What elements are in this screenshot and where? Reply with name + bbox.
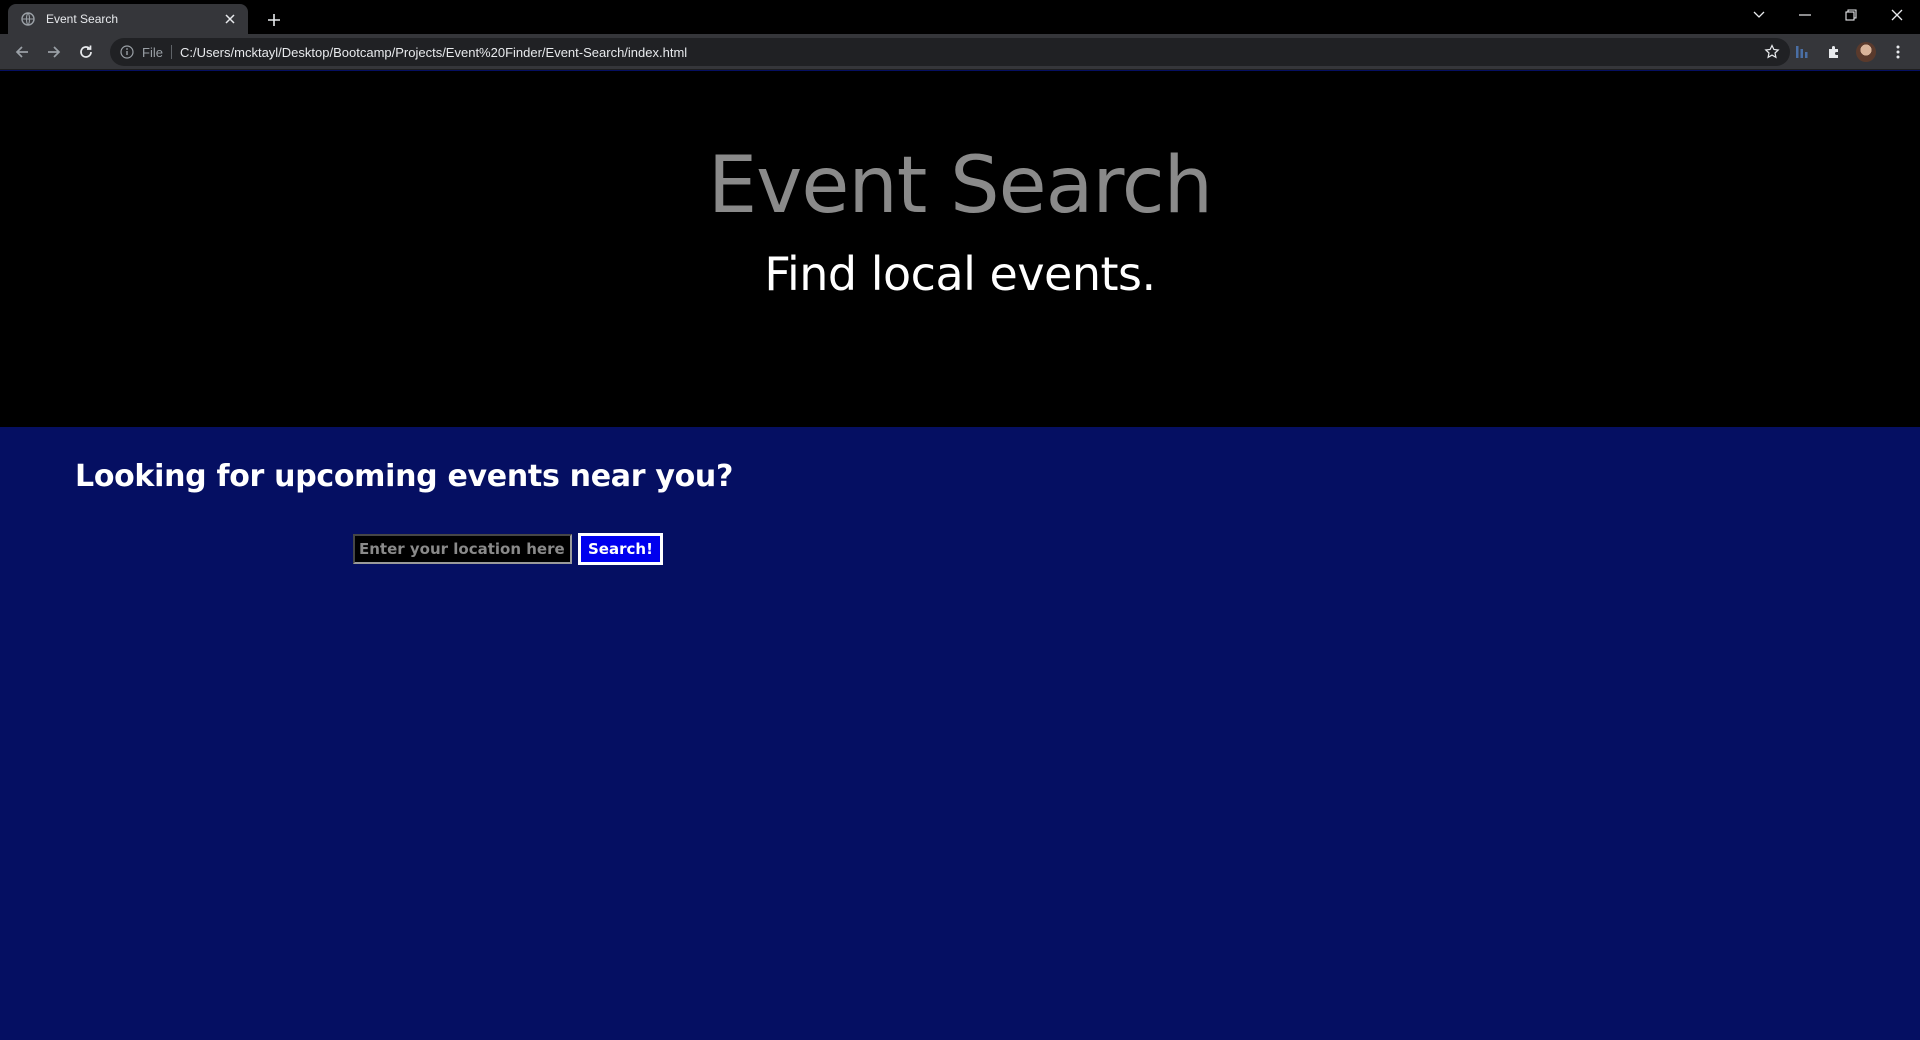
browser-toolbar: File C:/Users/mcktayl/Desktop/Bootcamp/P… [0, 34, 1920, 70]
location-input[interactable] [353, 534, 572, 564]
extension-bars-icon[interactable] [1790, 40, 1814, 64]
menu-kebab-icon[interactable] [1886, 40, 1910, 64]
close-window-icon[interactable] [1874, 0, 1920, 30]
address-bar[interactable]: File C:/Users/mcktayl/Desktop/Bootcamp/P… [110, 38, 1790, 66]
tab-title: Event Search [46, 12, 119, 26]
info-icon[interactable] [118, 43, 136, 61]
url-scheme-label: File [142, 44, 163, 60]
bookmark-star-icon[interactable] [1762, 42, 1782, 62]
forward-icon[interactable] [40, 38, 68, 66]
web-page: Event Search Find local events. Looking … [0, 71, 1920, 1040]
tab-search-icon[interactable] [1736, 0, 1782, 30]
globe-icon [20, 11, 36, 27]
restore-icon[interactable] [1828, 0, 1874, 30]
hero-banner: Event Search Find local events. [0, 71, 1920, 427]
extensions-puzzle-icon[interactable] [1822, 40, 1846, 64]
omnibox-divider [170, 45, 172, 59]
reload-icon[interactable] [72, 38, 100, 66]
minimize-icon[interactable] [1782, 0, 1828, 30]
section-heading: Looking for upcoming events near you? [75, 459, 734, 494]
browser-tab[interactable]: Event Search [8, 4, 248, 34]
back-icon[interactable] [8, 38, 36, 66]
browser-tab-strip: Event Search [0, 0, 1920, 34]
page-title: Event Search [707, 141, 1213, 231]
page-subtitle: Find local events. [764, 247, 1156, 301]
search-section: Looking for upcoming events near you? Se… [0, 427, 1920, 1040]
close-tab-icon[interactable] [222, 11, 238, 27]
new-tab-icon[interactable] [260, 6, 288, 34]
profile-avatar[interactable] [1854, 40, 1878, 64]
url-text[interactable]: C:/Users/mcktayl/Desktop/Bootcamp/Projec… [180, 45, 687, 60]
search-button[interactable]: Search! [578, 533, 663, 565]
search-form: Search! [353, 533, 663, 565]
